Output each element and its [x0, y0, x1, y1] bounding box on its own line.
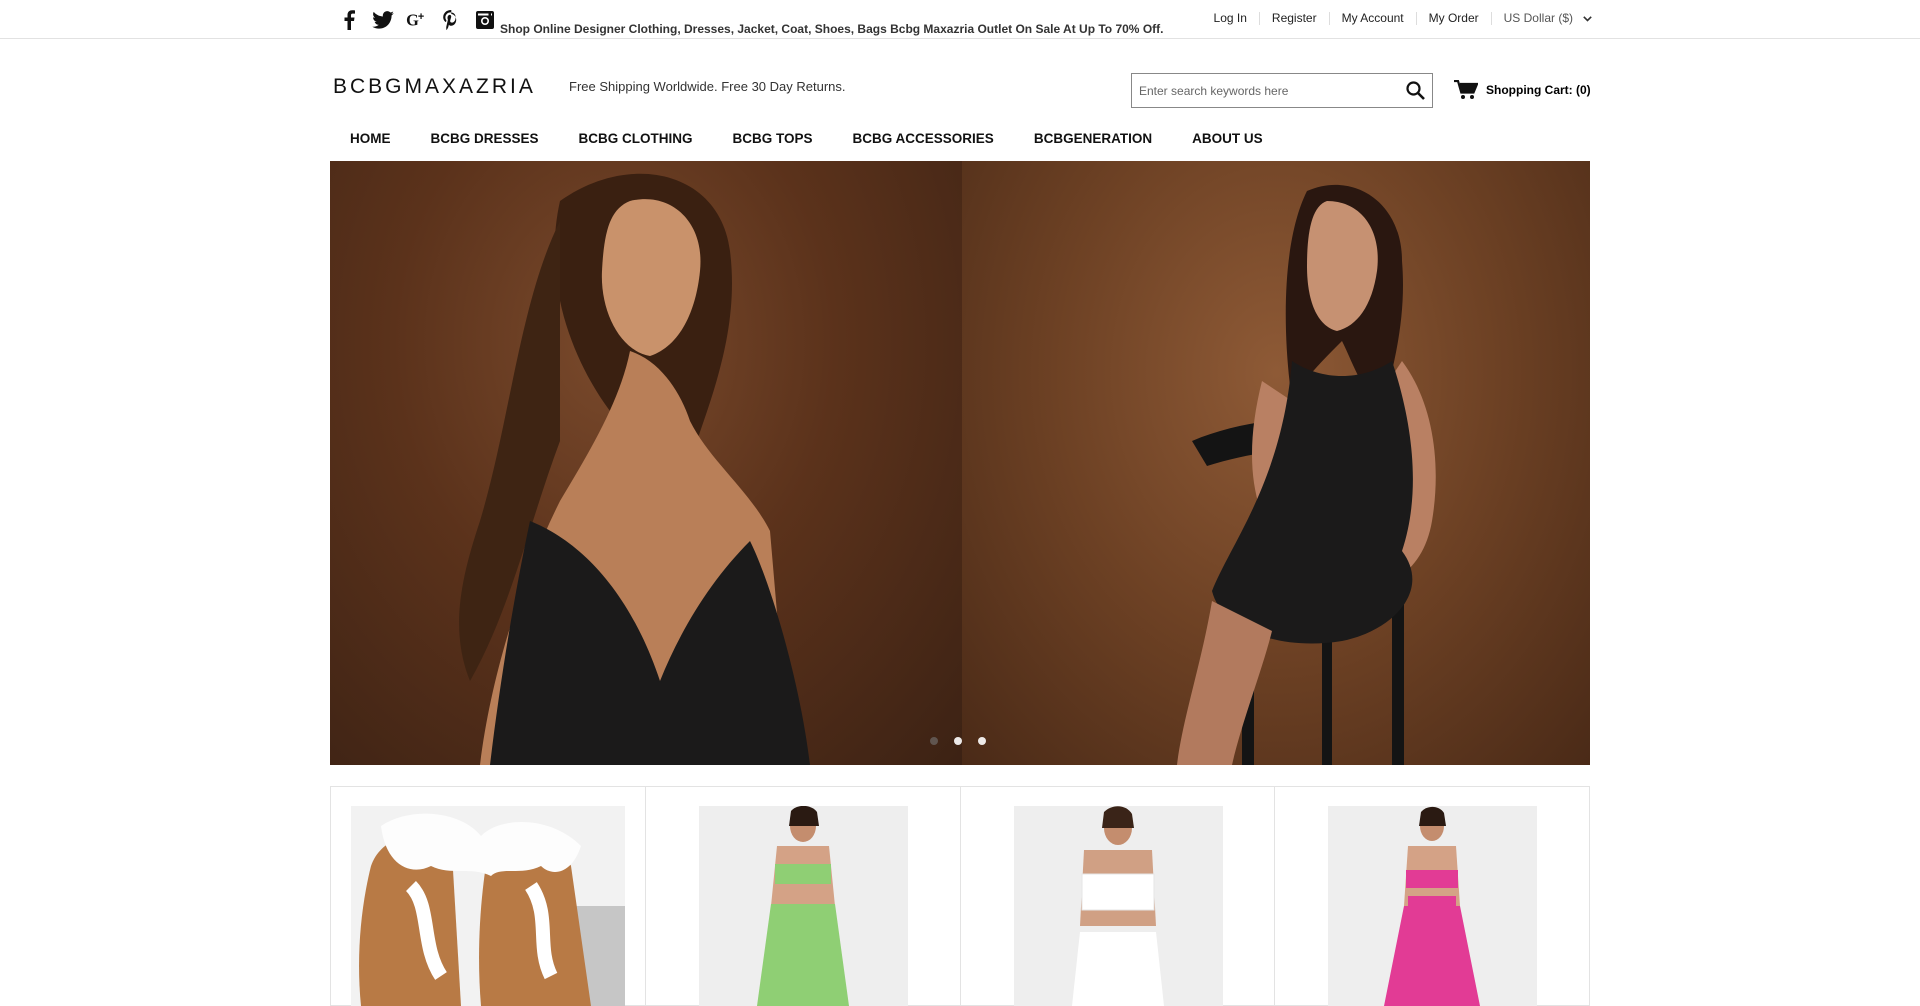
hero-image-left: [330, 161, 962, 765]
instagram-icon[interactable]: [468, 8, 502, 32]
shopping-cart[interactable]: Shopping Cart: (0): [1454, 80, 1591, 100]
carousel-dot-1[interactable]: [930, 737, 938, 745]
main-nav: HOME BCBG DRESSES BCBG CLOTHING BCBG TOP…: [330, 128, 1283, 160]
search-icon: [1405, 81, 1425, 100]
facebook-icon[interactable]: [332, 8, 366, 32]
twitter-icon[interactable]: [366, 8, 400, 32]
my-order-link[interactable]: My Order: [1415, 12, 1491, 25]
nav-bcbg-dresses[interactable]: BCBG DRESSES: [411, 128, 559, 160]
nav-about-us[interactable]: ABOUT US: [1172, 128, 1283, 160]
login-link[interactable]: Log In: [1202, 12, 1259, 25]
nav-bcbg-accessories[interactable]: BCBG ACCESSORIES: [833, 128, 1014, 160]
svg-text:+: +: [418, 11, 424, 23]
product-image-boots[interactable]: [351, 806, 625, 1006]
product-image-pink-set[interactable]: [1328, 806, 1538, 1006]
my-account-link[interactable]: My Account: [1328, 12, 1416, 25]
site-tagline: Shop Online Designer Clothing, Dresses, …: [500, 22, 1164, 36]
shipping-notice: Free Shipping Worldwide. Free 30 Day Ret…: [569, 79, 846, 94]
cart-icon: [1454, 80, 1478, 99]
search-box: [1131, 73, 1433, 108]
cart-label: Shopping Cart: (0): [1486, 83, 1591, 97]
currency-label: US Dollar ($): [1503, 11, 1573, 25]
nav-home[interactable]: HOME: [330, 128, 411, 160]
google-plus-icon[interactable]: G +: [400, 8, 434, 32]
pinterest-icon[interactable]: [434, 8, 468, 32]
nav-bcbg-clothing[interactable]: BCBG CLOTHING: [559, 128, 713, 160]
register-link[interactable]: Register: [1258, 12, 1329, 25]
currency-selector[interactable]: US Dollar ($): [1490, 11, 1592, 25]
carousel-dot-2[interactable]: [954, 737, 962, 745]
nav-bcbg-tops[interactable]: BCBG TOPS: [713, 128, 833, 160]
product-card[interactable]: [959, 787, 1275, 1006]
social-links: G +: [332, 8, 502, 32]
carousel-dot-3[interactable]: [978, 737, 986, 745]
carousel-dots: [930, 737, 986, 745]
hero-carousel[interactable]: [330, 161, 1590, 765]
top-bar: G + Shop Online Designer Clothing, Dresse…: [0, 0, 1920, 39]
chevron-down-icon: [1583, 15, 1592, 22]
site-logo[interactable]: BCBGMAXAZRIA: [333, 75, 536, 99]
account-links: Log In Register My Account My Order US D…: [1202, 12, 1592, 25]
product-card[interactable]: [644, 787, 960, 1006]
product-image-green-set[interactable]: [698, 806, 908, 1006]
search-input[interactable]: [1132, 74, 1398, 107]
product-card[interactable]: [1274, 787, 1589, 1006]
hero-image-right: [962, 161, 1590, 765]
search-button[interactable]: [1398, 74, 1432, 107]
nav-bcbgeneration[interactable]: BCBGENERATION: [1014, 128, 1172, 160]
product-card[interactable]: [331, 787, 645, 1006]
product-grid: [330, 786, 1590, 1006]
product-image-white-set[interactable]: [1013, 806, 1223, 1006]
